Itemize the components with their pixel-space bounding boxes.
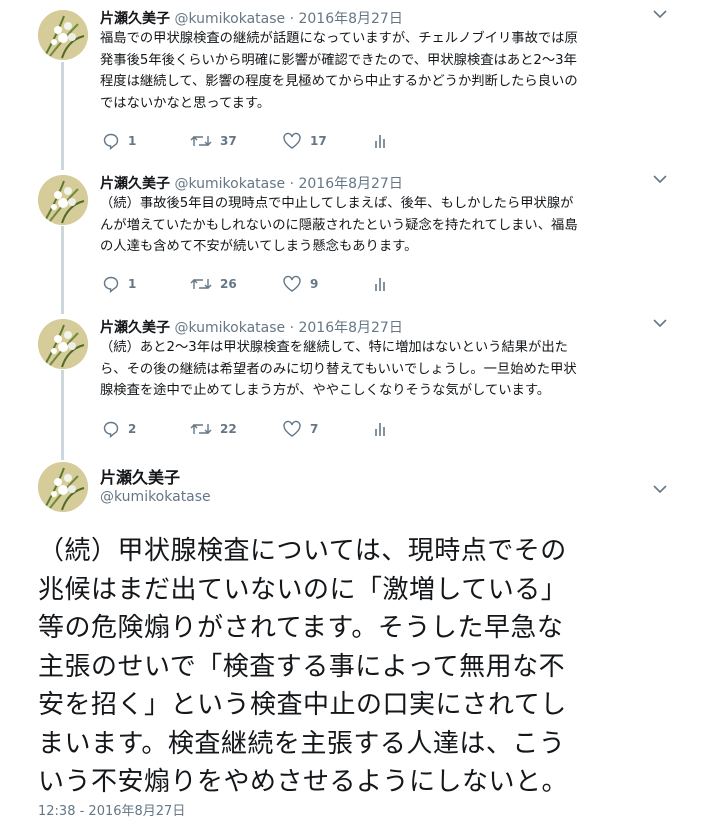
reply-icon: [102, 420, 120, 438]
user-name[interactable]: 片瀬久美子: [100, 320, 170, 336]
heart-icon: [282, 275, 302, 293]
tweet-date[interactable]: 2016年8月27日: [298, 11, 402, 27]
retweet-icon: [190, 132, 212, 150]
reply-button[interactable]: 2: [102, 419, 136, 439]
avatar[interactable]: [38, 10, 88, 60]
avatar[interactable]: [38, 175, 88, 225]
heart-icon: [282, 420, 302, 438]
like-button[interactable]: 17: [282, 131, 327, 151]
user-name[interactable]: 片瀬久美子: [100, 11, 170, 27]
analytics-button[interactable]: [374, 419, 388, 439]
retweet-button[interactable]: 22: [190, 419, 237, 439]
like-button[interactable]: 9: [282, 274, 318, 294]
reply-button[interactable]: 1: [102, 274, 136, 294]
chevron-down-icon[interactable]: [652, 483, 668, 495]
reply-count: 1: [128, 134, 137, 148]
separator-dot: ·: [289, 176, 295, 192]
thread-tweet[interactable]: 片瀬久美子 @kumikokatase · 2016年8月27日 福島での甲状腺…: [0, 0, 706, 165]
retweet-button[interactable]: 37: [190, 131, 237, 151]
analytics-icon: [374, 420, 388, 438]
reply-button[interactable]: 1: [102, 131, 136, 151]
analytics-button[interactable]: [374, 131, 388, 151]
retweet-icon: [190, 420, 212, 438]
reply-icon: [102, 132, 120, 150]
heart-icon: [282, 132, 302, 150]
retweet-icon: [190, 275, 212, 293]
retweet-count: 26: [220, 277, 237, 291]
tweet-header: 片瀬久美子 @kumikokatase · 2016年8月27日: [100, 173, 403, 193]
user-handle[interactable]: @kumikokatase: [174, 176, 285, 192]
user-name[interactable]: 片瀬久美子: [100, 176, 170, 192]
retweet-count: 37: [220, 134, 237, 148]
avatar[interactable]: [38, 319, 88, 369]
tweet-text: 福島での甲状腺検査の継続が話題になっていますが、チェルノブイリ事故では原 発事後…: [100, 31, 578, 111]
separator-dot: ·: [289, 11, 295, 27]
tweet-date[interactable]: 2016年8月27日: [298, 320, 402, 336]
reply-count: 1: [128, 277, 137, 291]
chevron-down-icon[interactable]: [652, 173, 668, 185]
separator-dot: ·: [289, 320, 295, 336]
analytics-icon: [374, 132, 388, 150]
user-name[interactable]: 片瀬久美子: [100, 464, 180, 488]
tweet-timestamp[interactable]: 12:38 - 2016年8月27日: [38, 800, 185, 819]
tweet-actions: 1 37 17: [100, 131, 400, 151]
thread-tweet[interactable]: 片瀬久美子 @kumikokatase · 2016年8月27日 （続）あと2〜…: [0, 309, 706, 453]
avatar[interactable]: [38, 462, 88, 512]
retweet-count: 22: [220, 422, 237, 436]
user-handle[interactable]: @kumikokatase: [100, 489, 211, 505]
like-count: 7: [310, 422, 319, 436]
like-button[interactable]: 7: [282, 419, 318, 439]
tweet-date[interactable]: 2016年8月27日: [298, 176, 402, 192]
chevron-down-icon[interactable]: [652, 8, 668, 20]
analytics-button[interactable]: [374, 274, 388, 294]
tweet-actions: 2 22 7: [100, 419, 400, 439]
tweet-header: 片瀬久美子 @kumikokatase · 2016年8月27日: [100, 317, 403, 337]
reply-icon: [102, 275, 120, 293]
thread-tweet[interactable]: 片瀬久美子 @kumikokatase · 2016年8月27日 （続）事故後5…: [0, 165, 706, 309]
chevron-down-icon[interactable]: [652, 317, 668, 329]
tweet-text: （続）あと2〜3年は甲状腺検査を継続して、特に増加はないという結果が出た ら、そ…: [100, 340, 577, 398]
analytics-icon: [374, 275, 388, 293]
like-count: 9: [310, 277, 319, 291]
tweet-text: （続）事故後5年目の現時点で中止してしまえば、後年、もしかしたら甲状腺が んが増…: [100, 196, 578, 254]
retweet-button[interactable]: 26: [190, 274, 237, 294]
like-count: 17: [310, 134, 327, 148]
tweet-actions: 1 26 9: [100, 274, 400, 294]
tweet-header: 片瀬久美子 @kumikokatase · 2016年8月27日: [100, 8, 403, 28]
reply-count: 2: [128, 422, 137, 436]
user-handle[interactable]: @kumikokatase: [174, 320, 285, 336]
user-handle[interactable]: @kumikokatase: [174, 11, 285, 27]
main-tweet-text: （続）甲状腺検査については、現時点でその 兆候はまだ出ていないのに「激増している…: [38, 536, 569, 797]
